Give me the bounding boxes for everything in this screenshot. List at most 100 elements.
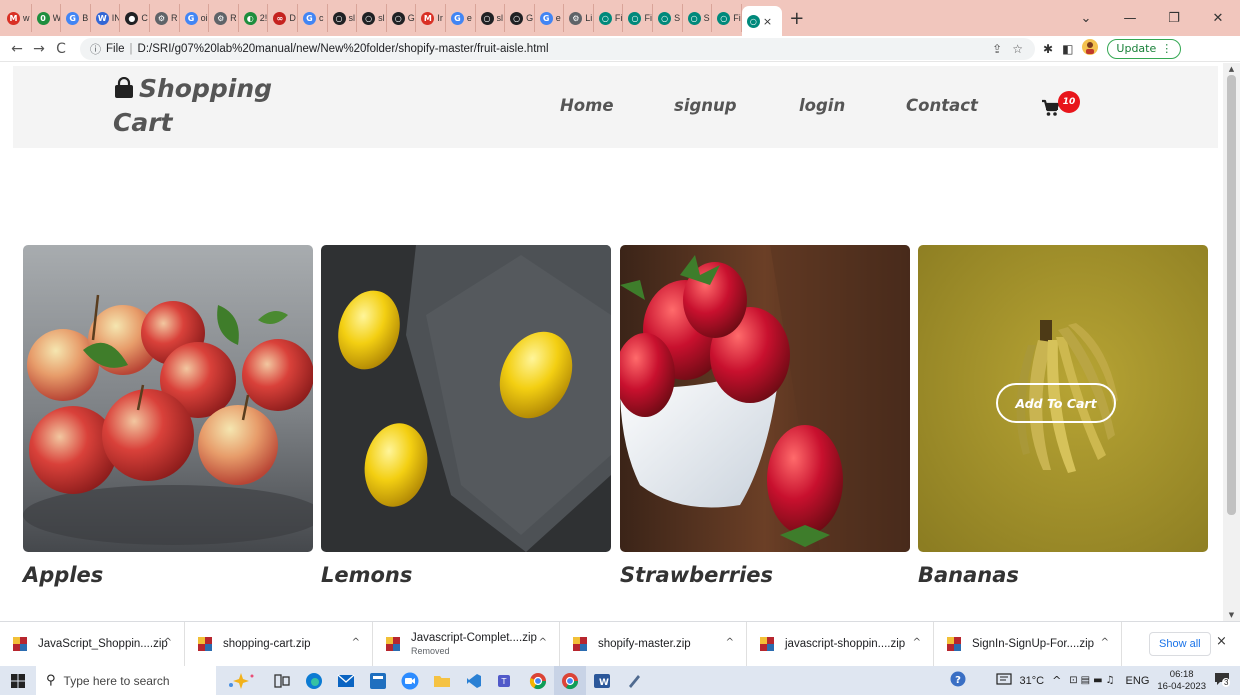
task-view-icon[interactable] [266,666,298,695]
download-item[interactable]: javascript-shoppin....zip ^ [747,621,934,667]
active-browser-tab[interactable]: ○ × [741,6,782,36]
page-scrollbar[interactable]: ▲ ▼ [1223,63,1240,621]
download-item[interactable]: JavaScript_Shoppin....zip ^ [0,621,185,667]
chevron-up-icon[interactable]: ^ [539,637,547,648]
browser-tab[interactable]: ◐ 2! [239,4,269,32]
word-icon[interactable]: W [586,666,618,695]
browser-tab[interactable]: ○ G [387,4,417,32]
taskbar-search-box[interactable]: ⚲ Type here to search [36,666,216,695]
chevron-up-icon[interactable]: ^ [726,637,734,648]
site-brand[interactable]: Shopping Cart [113,72,313,140]
extensions-puzzle-icon[interactable]: ✱ [1043,42,1053,56]
restore-button[interactable]: ❐ [1152,11,1196,26]
vscode-icon[interactable] [458,666,490,695]
nav-contact-link[interactable]: Contact [906,96,978,115]
product-card-strawberries[interactable] [620,245,910,552]
browser-tab[interactable]: ⚙ R [150,4,180,32]
browser-tab[interactable]: ○ S [683,4,713,32]
browser-tab[interactable]: ○ Fi [623,4,654,32]
browser-tab[interactable]: 0W [32,4,62,32]
minimize-button[interactable]: — [1108,11,1152,26]
update-button[interactable]: Update ⋮ [1107,38,1182,59]
download-item[interactable]: shopify-master.zip ^ [560,621,747,667]
browser-tab[interactable]: Goi [180,4,210,32]
browser-tab[interactable]: ○ S [653,4,683,32]
side-panel-icon[interactable]: ◧ [1062,42,1073,56]
chevron-up-icon[interactable]: ^ [1101,637,1109,648]
browser-tab[interactable]: ⚙ Li [564,4,594,32]
download-item[interactable]: shopping-cart.zip ^ [185,621,373,667]
scrollbar-thumb[interactable] [1227,75,1236,515]
tab-search-dropdown-icon[interactable]: ⌄ [1064,11,1108,26]
chrome-icon[interactable] [522,666,554,695]
browser-tab[interactable]: ⚙ R [209,4,239,32]
reload-button[interactable]: C [50,41,72,57]
browser-tab[interactable]: ○ sl [357,4,387,32]
browser-tab[interactable]: M Ir [416,4,446,32]
share-icon[interactable]: ⇪ [992,42,1002,56]
browser-tab[interactable]: ○ Fi [712,4,742,32]
browser-tab[interactable]: W IN [91,4,121,32]
zoom-icon[interactable] [394,666,426,695]
browser-tab[interactable]: ∞ D [268,4,298,32]
browser-tab[interactable]: Gc [298,4,328,32]
edge-browser-icon[interactable] [298,666,330,695]
start-button[interactable] [0,666,36,695]
close-download-bar-icon[interactable]: × [1216,634,1227,649]
browser-tab[interactable]: ● C [120,4,150,32]
scroll-up-arrow-icon[interactable]: ▲ [1223,65,1240,73]
chevron-up-icon[interactable]: ^ [913,637,921,648]
tray-status-icons[interactable]: ⊡▤▬♫ [1069,675,1117,686]
close-tab-icon[interactable]: × [763,15,772,28]
download-item[interactable]: SignIn-SignUp-For....zip ^ [934,621,1122,667]
download-item[interactable]: Javascript-Complet....zip Removed ^ [373,621,560,667]
forward-button[interactable]: → [28,41,50,57]
zip-file-icon [760,637,774,651]
chrome-active-icon[interactable] [554,666,586,695]
language-indicator[interactable]: ENG [1126,675,1150,687]
taskbar-clock[interactable]: 06:18 16-04-2023 [1157,669,1206,693]
product-card-lemons[interactable] [321,245,611,552]
chevron-up-icon[interactable]: ^ [352,637,360,648]
notepad-icon[interactable] [618,666,650,695]
calculator-icon[interactable] [362,666,394,695]
browser-tab[interactable]: ○ Fi [594,4,624,32]
product-card-apples[interactable] [23,245,313,552]
file-explorer-icon[interactable] [426,666,458,695]
browser-tab[interactable]: ○ sl [476,4,506,32]
mail-icon[interactable] [330,666,362,695]
add-to-cart-button[interactable]: Add To Cart [996,383,1116,423]
new-tab-button[interactable]: + [784,8,810,29]
browser-tab[interactable]: ○ G [505,4,535,32]
scroll-down-arrow-icon[interactable]: ▼ [1223,611,1240,619]
tab-favicon-icon: ○ [480,11,494,25]
address-bar[interactable]: ⓘ File | D:/SRI/g07%20lab%20manual/new/N… [80,37,1035,60]
cart-button[interactable]: 10 [1041,91,1081,119]
weather-icon[interactable] [995,673,1012,688]
close-window-button[interactable]: ✕ [1196,11,1240,26]
browser-tab[interactable]: Ge [446,4,476,32]
weather-temperature[interactable]: 31°C [1020,675,1045,687]
tab-favicon-icon: ○ [510,11,524,25]
profile-avatar-icon[interactable] [1082,39,1099,58]
help-icon[interactable]: ? [950,671,966,690]
browser-tab[interactable]: Mw [2,4,32,32]
bookmark-star-icon[interactable]: ☆ [1012,42,1023,56]
chevron-up-icon[interactable]: ^ [164,637,172,648]
browser-tab[interactable]: Ge [535,4,565,32]
product-card-bananas[interactable]: Add To Cart [918,245,1208,552]
browser-tab[interactable]: GB [61,4,91,32]
page-viewport: Shopping Cart Home signup login Contact … [0,63,1240,621]
site-info-icon[interactable]: ⓘ [90,41,101,57]
back-button[interactable]: ← [6,41,28,57]
sparkle-widget-icon[interactable] [216,666,266,695]
nav-signup-link[interactable]: signup [674,96,737,115]
teams-icon[interactable]: T [490,666,522,695]
nav-login-link[interactable]: login [799,96,845,115]
notifications-icon[interactable]: 3 [1214,672,1232,689]
nav-home-link[interactable]: Home [560,96,614,115]
browser-tab[interactable]: ○ sl [328,4,358,32]
show-all-downloads-button[interactable]: Show all [1149,632,1211,656]
tab-favicon-icon: G [302,11,316,25]
tray-overflow-icon[interactable]: ^ [1052,674,1061,687]
